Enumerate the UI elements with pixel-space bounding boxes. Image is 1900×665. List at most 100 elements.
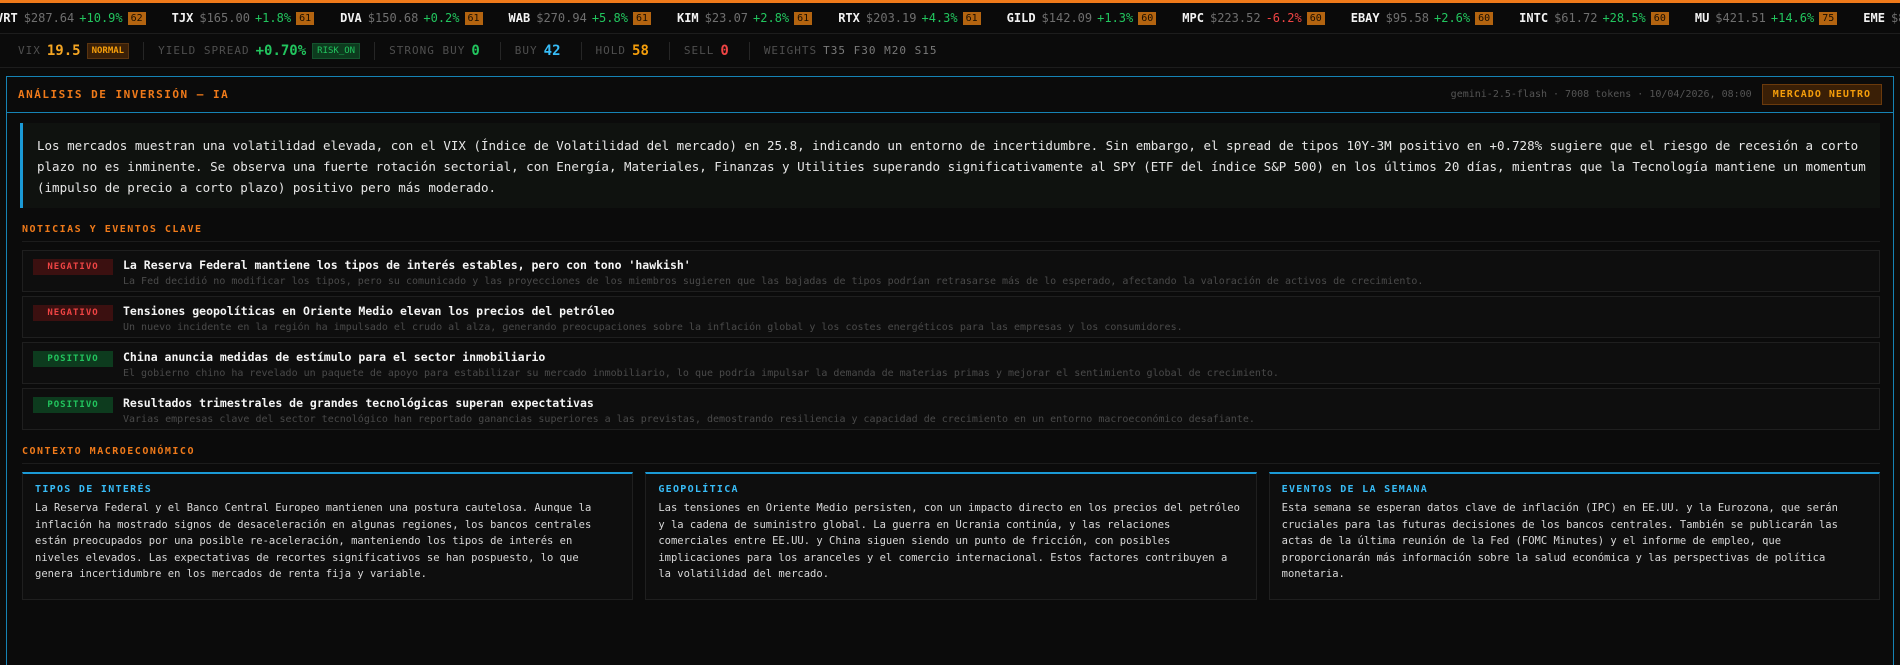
news-body: La Reserva Federal mantiene los tipos de… bbox=[123, 257, 1869, 289]
macro-card-text: Las tensiones en Oriente Medio persisten… bbox=[658, 502, 1240, 580]
model-meta: gemini-2.5-flash · 7008 tokens · 10/04/2… bbox=[1450, 89, 1752, 100]
ticker-price: $142.09 bbox=[1041, 11, 1093, 25]
ticker-change: +5.8% bbox=[591, 11, 628, 25]
macro-card-title: EVENTOS DE LA SEMANA bbox=[1281, 484, 1429, 495]
ticker-item[interactable]: KIM $23.07 +2.8% 61 bbox=[677, 11, 813, 25]
news-section-title: NOTICIAS Y EVENTOS CLAVE bbox=[22, 224, 1880, 242]
ai-analysis-panel: ANÁLISIS DE INVERSIÓN — IA gemini-2.5-fl… bbox=[6, 76, 1894, 665]
ticker-change: +4.3% bbox=[921, 11, 958, 25]
ticker-score-badge: 60 bbox=[1306, 11, 1325, 25]
ticker-price: $223.52 bbox=[1209, 11, 1261, 25]
ticker-change: +28.5% bbox=[1602, 11, 1646, 25]
ticker-price: $150.68 bbox=[367, 11, 419, 25]
ticker-symbol: EME bbox=[1863, 11, 1885, 25]
ticker-score-badge: 61 bbox=[962, 11, 981, 25]
hold-label: HOLD bbox=[595, 44, 627, 57]
ticker-item[interactable]: MPC $223.52 -6.2% 60 bbox=[1182, 11, 1325, 25]
yield-spread-indicator: YIELD SPREAD +0.70% RISK_ON bbox=[158, 41, 376, 60]
news-body: Resultados trimestrales de grandes tecno… bbox=[123, 395, 1869, 427]
scoring-weights: WEIGHTS T35 F30 M20 S15 bbox=[764, 42, 952, 60]
buy-count: BUY 42 bbox=[514, 41, 582, 60]
ticker-price: $61.72 bbox=[1554, 11, 1598, 25]
ticker-symbol: RTX bbox=[838, 11, 860, 25]
news-item[interactable]: NEGATIVO La Reserva Federal mantiene los … bbox=[22, 250, 1880, 292]
ticker-symbol: MPC bbox=[1182, 11, 1204, 25]
ticker-symbol: DVA bbox=[340, 11, 362, 25]
news-description: Varias empresas clave del sector tecnoló… bbox=[123, 414, 1255, 425]
yield-spread-value: +0.70% bbox=[255, 42, 307, 59]
macro-card: TIPOS DE INTERÉS La Reserva Federal y el … bbox=[22, 472, 634, 600]
sell-label: SELL bbox=[683, 44, 715, 57]
vix-value: 19.5 bbox=[46, 42, 81, 59]
ticker-price: $421.51 bbox=[1715, 11, 1766, 25]
ticker-item[interactable]: EBAY $95.58 +2.6% 60 bbox=[1350, 11, 1494, 25]
macro-card-text: La Reserva Federal y el Banco Central Eu… bbox=[35, 502, 592, 580]
risk-regime-badge: RISK_ON bbox=[312, 42, 361, 59]
ticker-change: +10.9% bbox=[79, 11, 123, 25]
ticker-item[interactable]: MU $421.51 +14.6% 75 bbox=[1694, 11, 1838, 25]
ticker-item[interactable]: EME$800.40+5.4%60 bbox=[1863, 11, 1900, 25]
ticker-change: -6.2% bbox=[1265, 11, 1302, 25]
panel-header: ANÁLISIS DE INVERSIÓN — IA gemini-2.5-fl… bbox=[7, 77, 1893, 113]
sell-value: 0 bbox=[720, 42, 729, 59]
ticker-score-badge: 61 bbox=[794, 11, 813, 25]
ticker-score-badge: 61 bbox=[464, 11, 483, 25]
ticker-price: $270.94 bbox=[536, 11, 587, 25]
news-description: El gobierno chino ha revelado un paquete… bbox=[123, 368, 1279, 379]
ticker-symbol: WAB bbox=[508, 11, 531, 25]
ticker-price: $23.07 bbox=[704, 11, 749, 25]
buy-value: 42 bbox=[543, 42, 561, 59]
ticker-item[interactable]: WAB $270.94 +5.8% 61 bbox=[509, 11, 651, 25]
macro-section-title: CONTEXTO MACROECONÓMICO bbox=[22, 446, 1880, 464]
ticker-item[interactable]: GILD $142.09 +1.3% 60 bbox=[1007, 11, 1157, 25]
ticker-change: +2.6% bbox=[1434, 11, 1471, 25]
panel-title: ANÁLISIS DE INVERSIÓN — IA bbox=[18, 88, 230, 101]
macro-grid: TIPOS DE INTERÉS La Reserva Federal y el … bbox=[22, 472, 1880, 600]
ticker-price: $287.64 bbox=[23, 11, 75, 25]
ticker-item[interactable]: RTX $203.19 +4.3% 61 bbox=[838, 11, 981, 25]
ticker-item[interactable]: INTC $61.72 +28.5% 60 bbox=[1519, 11, 1669, 25]
vix-regime-badge: NORMAL bbox=[86, 42, 130, 59]
ticker-symbol: MU bbox=[1694, 11, 1710, 25]
ticker-symbol: INTC bbox=[1519, 11, 1549, 25]
ticker-price: $800.40 bbox=[1890, 11, 1900, 25]
ticker-item[interactable]: DVA $150.68 +0.2% 61 bbox=[340, 11, 483, 25]
strong-buy-count: STRONG BUY 0 bbox=[389, 41, 501, 60]
buy-label: BUY bbox=[514, 44, 538, 57]
vix-label: VIX bbox=[18, 44, 41, 57]
analysis-summary: Los mercados muestran una volatilidad el… bbox=[20, 123, 1880, 208]
ticker-score-badge: 60 bbox=[1138, 11, 1157, 25]
news-item[interactable]: POSITIVO China anuncia medidas de estímul… bbox=[22, 342, 1880, 384]
sentiment-badge: POSITIVO bbox=[33, 397, 113, 413]
news-title: Tensiones geopolíticas en Oriente Medio … bbox=[123, 304, 615, 318]
hold-count: HOLD 58 bbox=[595, 41, 670, 60]
market-sentiment-button[interactable]: MERCADO NEUTRO bbox=[1761, 84, 1882, 105]
strong-buy-label: STRONG BUY bbox=[389, 44, 466, 57]
news-item[interactable]: NEGATIVO Tensiones geopolíticas en Orient… bbox=[22, 296, 1880, 338]
ticker-price: $95.58 bbox=[1385, 11, 1429, 25]
ticker-symbol: VRT bbox=[0, 11, 18, 25]
news-body: China anuncia medidas de estímulo para e… bbox=[123, 349, 1869, 381]
ticker-tape: VRT $287.64 +10.9% 62 TJX $165.00 +1.8% 61 DVA $1… bbox=[0, 3, 1900, 34]
panel-meta: gemini-2.5-flash · 7008 tokens · 10/04/2… bbox=[1451, 84, 1882, 105]
ticker-change: +14.6% bbox=[1770, 11, 1815, 25]
news-description: La Fed decidió no modificar los tipos, p… bbox=[123, 276, 1424, 287]
ticker-price: $203.19 bbox=[865, 11, 917, 25]
macro-card-title: GEOPOLÍTICA bbox=[658, 484, 739, 495]
news-item[interactable]: POSITIVO Resultados trimestrales de grand… bbox=[22, 388, 1880, 430]
weights-label: WEIGHTS bbox=[763, 44, 818, 57]
vix-indicator: VIX 19.5 NORMAL bbox=[18, 41, 145, 60]
sentiment-badge: NEGATIVO bbox=[33, 305, 113, 321]
ticker-change: +0.2% bbox=[423, 11, 460, 25]
ticker-symbol: TJX bbox=[171, 11, 194, 25]
ticker-score-badge: 61 bbox=[296, 11, 315, 25]
ticker-score-badge: 60 bbox=[1650, 11, 1669, 25]
ticker-change: +1.3% bbox=[1097, 11, 1134, 25]
macro-card: EVENTOS DE LA SEMANA Esta semana se esper… bbox=[1268, 472, 1880, 600]
ticker-score-badge: 62 bbox=[127, 11, 146, 25]
ticker-score-badge: 60 bbox=[1475, 11, 1494, 25]
ticker-item[interactable]: TJX $165.00 +1.8% 61 bbox=[171, 11, 315, 25]
ticker-symbol: EBAY bbox=[1350, 11, 1380, 25]
ticker-item[interactable]: VRT $287.64 +10.9% 62 bbox=[0, 11, 146, 25]
hold-value: 58 bbox=[632, 42, 649, 59]
